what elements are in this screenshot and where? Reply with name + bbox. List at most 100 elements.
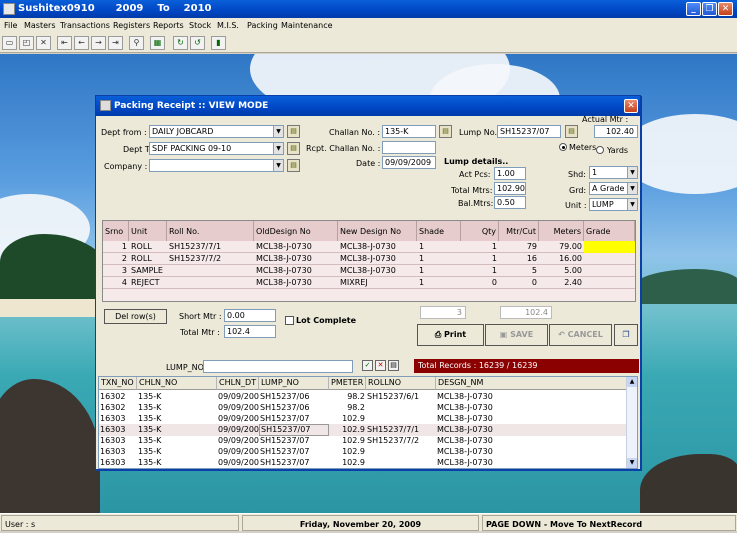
print-button[interactable]: ⎙ Print [417, 324, 484, 346]
grid-cell[interactable] [584, 253, 635, 265]
lump-folder-icon[interactable]: ▤ [565, 125, 578, 138]
grid-cell[interactable]: 3 [103, 265, 129, 277]
grid-row[interactable]: 2 ROLL SH15237/7/2 MCL38-J-0730 MCL38-J-0730… [103, 253, 635, 265]
grid-cell[interactable]: SAMPLE [129, 265, 167, 277]
grid-cell[interactable]: 1 [417, 241, 461, 253]
scroll-up-icon[interactable]: ▲ [627, 377, 637, 387]
unit-select[interactable]: LUMP ▼ [589, 198, 638, 211]
grid-cell[interactable]: 1 [417, 253, 461, 265]
menu-reports[interactable]: Reports [153, 18, 184, 33]
menu-registers[interactable]: Registers [113, 18, 150, 33]
act-pcs-field[interactable]: 1.00 [494, 167, 526, 180]
grid-cell[interactable]: SH15237/7/2 [167, 253, 254, 265]
grid-cell[interactable]: 4 [103, 277, 129, 289]
delete-icon[interactable]: ✕ [36, 36, 51, 50]
chevron-down-icon[interactable]: ▼ [273, 143, 283, 154]
menu-transactions[interactable]: Transactions [60, 18, 110, 33]
next-record-icon[interactable]: → [91, 36, 106, 50]
grid-cell[interactable]: MCL38-J-0730 [254, 277, 338, 289]
chevron-down-icon[interactable]: ▼ [273, 160, 283, 171]
grid-cell[interactable]: 5.00 [539, 265, 584, 277]
grid-cell[interactable]: 2 [103, 253, 129, 265]
rcpt-challan-field[interactable] [382, 141, 436, 154]
grid-cell[interactable]: MCL38-J-0730 [254, 253, 338, 265]
dept-to-select[interactable]: SDF PACKING 09-10 ▼ [149, 142, 284, 155]
menu-mis[interactable]: M.I.S. [217, 18, 239, 33]
filter-icon[interactable]: ✓ [362, 360, 373, 371]
grid-cell[interactable]: 5 [499, 265, 539, 277]
grid-cell[interactable]: MCL38-J-0730 [254, 265, 338, 277]
chevron-down-icon[interactable]: ▼ [627, 199, 637, 210]
grid-cell[interactable]: 0 [461, 277, 499, 289]
grid-cell[interactable]: 1 [461, 241, 499, 253]
del-rows-button[interactable]: Del row(s) [104, 309, 167, 324]
grid-cell[interactable]: MCL38-J-0730 [338, 241, 417, 253]
grid-cell[interactable]: 1 [461, 265, 499, 277]
menu-stock[interactable]: Stock [189, 18, 211, 33]
grid-cell[interactable]: MCL38-J-0730 [254, 241, 338, 253]
chevron-down-icon[interactable]: ▼ [273, 126, 283, 137]
grid-row[interactable]: 3 SAMPLE MCL38-J-0730 MCL38-J-0730 1 1 5 5.00 [103, 265, 635, 277]
total-mtr-field[interactable]: 102.4 [224, 325, 276, 338]
maximize-button[interactable]: ❐ [702, 2, 717, 16]
grid-cell[interactable]: 79.00 [539, 241, 584, 253]
grid-cell[interactable]: 1 [103, 241, 129, 253]
challan-folder-icon[interactable]: ▤ [439, 125, 452, 138]
lot-complete-checkbox[interactable] [285, 316, 294, 325]
minimize-button[interactable]: _ [686, 2, 701, 16]
company-folder-icon[interactable]: ▤ [287, 159, 300, 172]
date-field[interactable]: 09/09/2009 [382, 156, 436, 169]
shd-select[interactable]: 1 ▼ [589, 166, 638, 179]
meters-radio[interactable] [559, 143, 567, 151]
reload-icon[interactable]: ↺ [190, 36, 205, 50]
actual-mtr-field[interactable]: 102.40 [594, 125, 638, 138]
list-scrollbar[interactable]: ▲ ▼ [626, 377, 637, 468]
chevron-down-icon[interactable]: ▼ [627, 167, 637, 178]
new-icon[interactable]: ▭ [2, 36, 17, 50]
grid-cell[interactable]: 2.40 [539, 277, 584, 289]
grid-cell[interactable]: MCL38-J-0730 [338, 253, 417, 265]
dept-from-folder-icon[interactable]: ▤ [287, 125, 300, 138]
grid-cell[interactable] [584, 277, 635, 289]
dept-from-select[interactable]: DAILY JOBCARD ▼ [149, 125, 284, 138]
grid-row[interactable]: 4 REJECT MCL38-J-0730 MIXREJ 1 0 0 2.40 [103, 277, 635, 289]
open-icon[interactable]: ◰ [19, 36, 34, 50]
short-mtr-field[interactable]: 0.00 [224, 309, 276, 322]
menu-maintenance[interactable]: Maintenance [281, 18, 333, 33]
scroll-down-icon[interactable]: ▼ [627, 458, 637, 468]
grid-cell[interactable]: 0 [499, 277, 539, 289]
lump-no-field[interactable]: SH15237/07 [497, 125, 561, 138]
grd-select[interactable]: A Grade ▼ [589, 182, 638, 195]
grid-cell[interactable]: 16.00 [539, 253, 584, 265]
dept-to-folder-icon[interactable]: ▤ [287, 142, 300, 155]
grid-cell[interactable]: ROLL [129, 241, 167, 253]
menu-masters[interactable]: Masters [24, 18, 56, 33]
bal-mtrs-field[interactable]: 0.50 [494, 196, 526, 209]
grid-cell[interactable]: ROLL [129, 253, 167, 265]
grid-cell[interactable]: 16 [499, 253, 539, 265]
company-select[interactable]: ▼ [149, 159, 284, 172]
grid-cell[interactable]: 79 [499, 241, 539, 253]
menu-packing[interactable]: Packing [247, 18, 278, 33]
cancel-button[interactable]: ↶ CANCEL [549, 324, 612, 346]
grid-cell[interactable]: 1 [417, 277, 461, 289]
chevron-down-icon[interactable]: ▼ [627, 183, 637, 194]
lump-no-search-input[interactable] [203, 360, 353, 373]
binoculars-icon[interactable]: ⚲ [129, 36, 144, 50]
dialog-close-button[interactable]: ✕ [624, 99, 638, 113]
challan-no-field[interactable]: 135-K [382, 125, 436, 138]
last-record-icon[interactable]: ⇥ [108, 36, 123, 50]
first-record-icon[interactable]: ⇤ [57, 36, 72, 50]
menu-file[interactable]: File [4, 18, 17, 33]
grid-cell[interactable]: REJECT [129, 277, 167, 289]
copy-icon[interactable]: ❐ [614, 324, 638, 346]
exit-icon[interactable]: ▮ [211, 36, 226, 50]
grid-cell[interactable] [167, 277, 254, 289]
close-button[interactable]: ✕ [718, 2, 733, 16]
grid-cell[interactable]: SH15237/7/1 [167, 241, 254, 253]
clear-filter-icon[interactable]: ✕ [375, 360, 386, 371]
grid-cell[interactable] [584, 241, 635, 253]
refresh-icon[interactable]: ↻ [173, 36, 188, 50]
grid-cell[interactable]: MCL38-J-0730 [338, 265, 417, 277]
total-mtrs-field[interactable]: 102.90 [494, 182, 526, 195]
